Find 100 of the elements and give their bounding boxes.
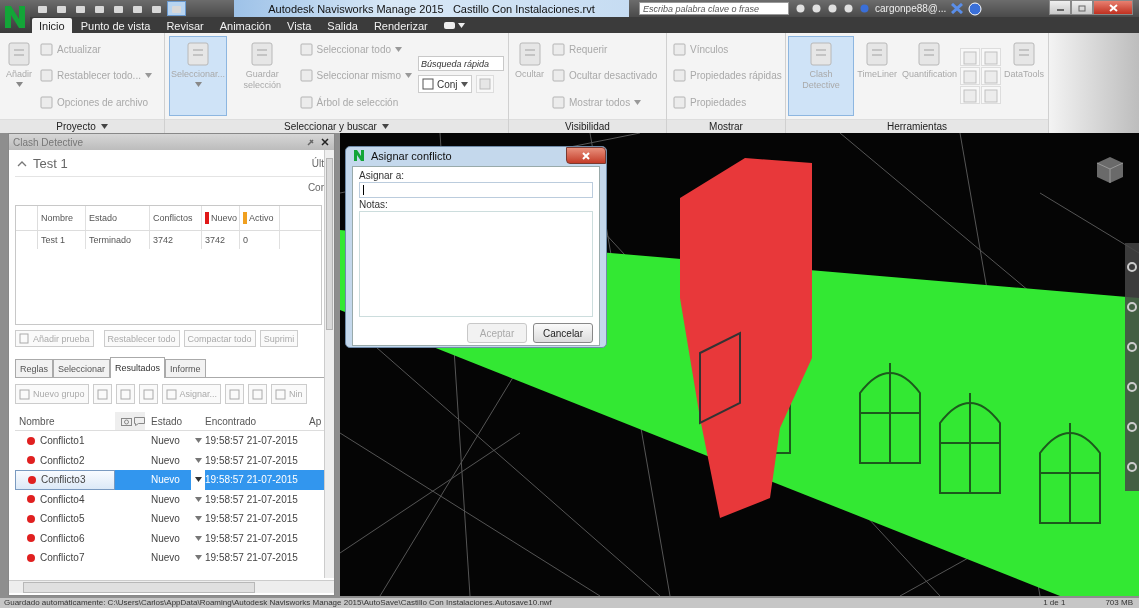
table-cell: 3742: [205, 235, 226, 245]
caret-icon: [457, 23, 465, 28]
sheet-icon: [552, 42, 565, 56]
selection-set-icon: [422, 78, 434, 90]
ribbon-tab[interactable]: Inicio: [32, 18, 72, 33]
column-header[interactable]: Nuevo: [211, 213, 237, 223]
table-cell: Nuevo: [151, 552, 180, 564]
result-row[interactable]: Conflicto5 Nuevo 19:58:57 21-07-2015: [15, 509, 324, 529]
column-header[interactable]: Encontrado: [205, 412, 309, 430]
table-cell: Nuevo: [151, 532, 180, 544]
table-cell: 19:58:57 21-07-2015: [205, 454, 298, 466]
sheet-icon: [962, 89, 977, 103]
close-button[interactable]: [320, 137, 330, 147]
vertical-scrollbar[interactable]: [324, 150, 334, 578]
table-cell: Nuevo: [151, 493, 180, 505]
user-name[interactable]: cargonpe88@...: [875, 3, 947, 14]
close-button[interactable]: [1093, 0, 1133, 15]
column-header[interactable]: Estado: [145, 412, 191, 430]
dialog-title: Asignar conflicto: [371, 149, 452, 162]
panel-tab[interactable]: Seleccionar: [53, 359, 111, 377]
info-label: Últ: [311, 157, 324, 169]
view-cube-icon: [1095, 155, 1125, 185]
sheet-icon: [962, 51, 977, 65]
ribbon-tab[interactable]: Salida: [320, 18, 365, 33]
result-row[interactable]: Conflicto6 Nuevo 19:58:57 21-07-2015: [15, 528, 324, 548]
table-cell: Terminado: [89, 235, 132, 245]
column-header[interactable]: Ap: [309, 412, 324, 430]
close-icon: [1108, 3, 1118, 12]
result-row[interactable]: Conflicto4 Nuevo 19:58:57 21-07-2015: [15, 489, 324, 509]
ribbon-tab[interactable]: Revisar: [159, 18, 211, 33]
collapse-toggle[interactable]: [17, 159, 27, 167]
caret-icon: [15, 82, 23, 87]
table-cell: 19:58:57 21-07-2015: [205, 493, 298, 505]
close-button[interactable]: [566, 147, 606, 164]
panel-tab[interactable]: Resultados: [110, 357, 166, 378]
ribbon-tab[interactable]: Renderizar: [366, 18, 435, 33]
ribbon-tab[interactable]: Animación: [212, 18, 279, 33]
minimize-button[interactable]: [1049, 0, 1071, 15]
column-header[interactable]: Nombre: [15, 412, 115, 430]
restore-button[interactable]: [1071, 0, 1093, 15]
sheet-icon: [983, 89, 998, 103]
text-cursor: [363, 185, 364, 195]
status-dot-icon: [27, 514, 35, 523]
sheet-icon: [299, 42, 313, 56]
info-label: Cor: [307, 181, 324, 193]
search-field[interactable]: Escriba palabra clave o frase: [639, 2, 789, 15]
table-cell: 19:58:57 21-07-2015: [205, 513, 298, 525]
column-header[interactable]: Nombre: [41, 213, 73, 223]
sheet-icon: [40, 69, 53, 83]
sheet-icon: [299, 69, 313, 83]
notes-field[interactable]: [359, 211, 593, 317]
result-row[interactable]: Conflicto1 Nuevo 19:58:57 21-07-2015: [15, 431, 324, 451]
letter-n-logo-icon: [4, 4, 26, 29]
column-header[interactable]: Activo: [249, 213, 274, 223]
ribbon-tab[interactable]: Punto de vista: [73, 18, 158, 33]
caret-icon: [194, 477, 202, 483]
table-cell: 0: [243, 235, 248, 245]
field-label: Asignar a:: [359, 169, 406, 182]
panel-tab[interactable]: Reglas: [15, 359, 53, 377]
group-label: Proyecto: [56, 121, 96, 132]
caret-icon: [194, 457, 202, 463]
restore-icon: [1077, 3, 1087, 12]
table-cell: Conflicto7: [40, 552, 85, 564]
caret-icon: [194, 555, 202, 561]
sheet-icon: [673, 42, 686, 56]
table-cell: 19:58:57 21-07-2015: [205, 532, 298, 544]
sheet-icon: [40, 96, 53, 110]
pin-button[interactable]: [305, 136, 316, 148]
result-row[interactable]: Conflicto2 Nuevo 19:58:57 21-07-2015: [15, 450, 324, 470]
panel-tab[interactable]: Informe: [165, 359, 206, 377]
table-cell: Conflicto5: [40, 513, 85, 525]
sheet-icon: [552, 96, 565, 110]
caret-icon: [194, 82, 202, 87]
navigation-bar[interactable]: [1125, 243, 1139, 491]
status-dot-icon: [27, 553, 35, 562]
window-title: Autodesk Navisworks Manage 2015 Castillo Con Instalaciones.rvt: [268, 2, 595, 15]
caret-icon: [194, 535, 202, 541]
column-header[interactable]: Estado: [89, 213, 118, 223]
table-cell: Conflicto6: [40, 532, 85, 544]
table-cell: Nuevo: [151, 474, 180, 486]
input-field[interactable]: [359, 182, 593, 198]
table-cell: 19:58:57 21-07-2015: [205, 552, 298, 564]
table-cell: Conflicto4: [40, 493, 85, 505]
result-row[interactable]: Conflicto3 Nuevo 19:58:57 21-07-2015: [15, 470, 324, 490]
memory-usage: 703 MB: [1105, 598, 1133, 608]
app-menu-button[interactable]: [0, 0, 30, 33]
ribbon-tab[interactable]: Vista: [280, 18, 319, 33]
table-cell: 19:58:57 21-07-2015: [205, 435, 298, 447]
page-indicator: 1 de 1: [1043, 598, 1066, 608]
horizontal-scrollbar[interactable]: [9, 580, 334, 593]
close-icon: [582, 151, 590, 160]
column-header[interactable]: Conflictos: [153, 213, 193, 223]
sheet-icon: [673, 69, 686, 83]
caret-icon: [100, 124, 108, 129]
dialog-button[interactable]: Cancelar: [533, 323, 593, 343]
caret-icon: [194, 516, 202, 522]
table-cell: Conflicto1: [40, 435, 85, 447]
sheet-icon: [552, 69, 565, 83]
group-label: Visibilidad: [565, 121, 610, 132]
result-row[interactable]: Conflicto7 Nuevo 19:58:57 21-07-2015: [15, 548, 324, 568]
